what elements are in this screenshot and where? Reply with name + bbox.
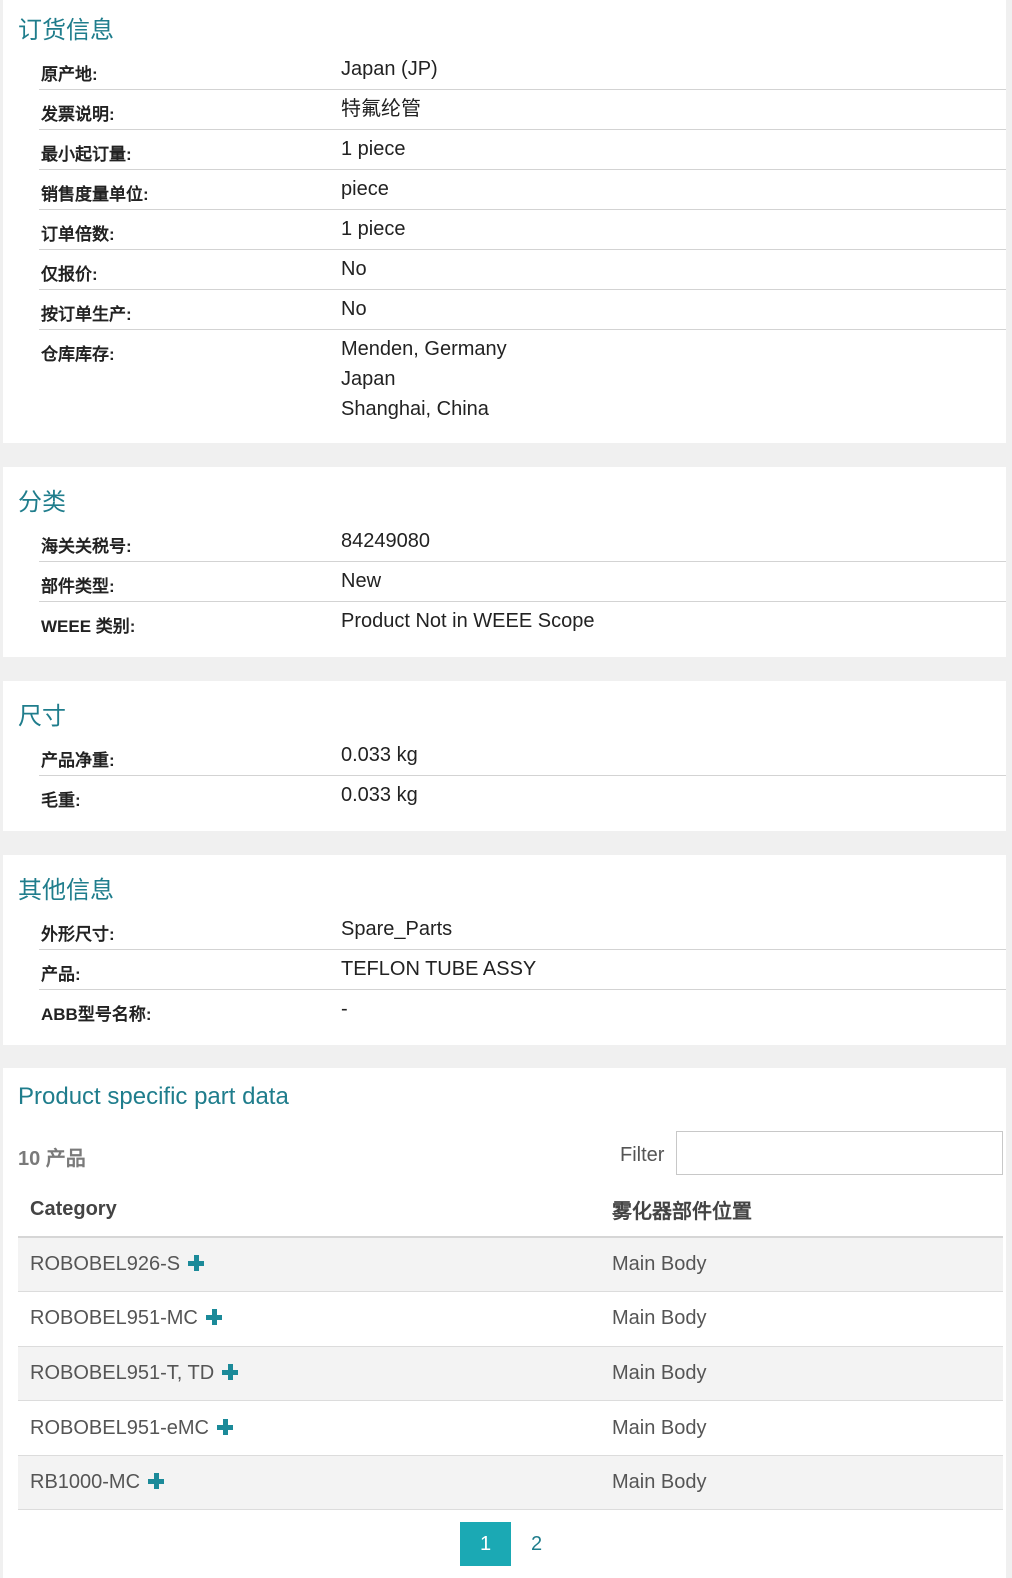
row-label: 订单倍数: — [41, 225, 115, 244]
row-value: 特氟纶管 — [341, 98, 421, 120]
position-cell: Main Body — [600, 1291, 1003, 1347]
row-label: 发票说明: — [41, 105, 115, 124]
position-cell: Main Body — [600, 1455, 1003, 1511]
info-row-net-weight: 产品净重: 0.033 kg — [39, 736, 1006, 776]
ordering-info-section: 订货信息 原产地: Japan (JP) 发票说明: 特氟纶管 最小起订量: 1… — [3, 0, 1006, 443]
filter-label: Filter — [620, 1144, 665, 1166]
row-label: 毛重: — [41, 791, 81, 810]
product-count: 10 产品 — [18, 1148, 86, 1170]
filter-input[interactable] — [676, 1131, 1003, 1175]
row-value: 84249080 — [341, 530, 430, 552]
info-row-quote-only: 仅报价: No — [39, 250, 1006, 290]
row-value: 0.033 kg — [341, 784, 418, 806]
page-button-2[interactable]: 2 — [511, 1522, 562, 1566]
row-label: 产品: — [41, 965, 81, 984]
category-cell: ROBOBEL926-S — [18, 1237, 600, 1293]
row-value: TEFLON TUBE ASSY — [341, 958, 537, 980]
info-row-min-order: 最小起订量: 1 piece — [39, 130, 1006, 170]
info-row-part-type: 部件类型: New — [39, 562, 1006, 602]
info-row-warehouse: 仓库库存: Menden, Germany Japan Shanghai, Ch… — [39, 330, 1006, 430]
info-row-origin: 原产地: Japan (JP) — [39, 50, 1006, 90]
row-value: 1 piece — [341, 218, 406, 240]
table-row: ROBOBEL951-MC Main Body — [18, 1291, 1003, 1347]
section-title: 分类 — [18, 489, 66, 516]
classification-section: 分类 海关关税号: 84249080 部件类型: New WEEE 类别: Pr… — [3, 467, 1006, 657]
category-cell: ROBOBEL951-eMC — [18, 1400, 600, 1456]
row-value: No — [341, 298, 367, 320]
info-row-abb-model: ABB型号名称: - — [39, 990, 1006, 1030]
info-row-product: 产品: TEFLON TUBE ASSY — [39, 950, 1006, 990]
section-title: 尺寸 — [18, 703, 66, 730]
row-label: 仓库库存: — [41, 345, 115, 364]
info-row-customs-tariff: 海关关税号: 84249080 — [39, 522, 1006, 562]
row-label: 海关关税号: — [41, 537, 132, 556]
section-title: 其他信息 — [18, 877, 114, 904]
info-row-form-factor: 外形尺寸: Spare_Parts — [39, 910, 1006, 950]
category-text: RB1000-MC — [30, 1471, 141, 1494]
position-cell: Main Body — [600, 1400, 1003, 1456]
category-cell: ROBOBEL951-MC — [18, 1291, 600, 1347]
row-label: 按订单生产: — [41, 305, 132, 324]
info-row-weee: WEEE 类别: Product Not in WEEE Scope — [39, 602, 1006, 642]
info-row-invoice-desc: 发票说明: 特氟纶管 — [39, 90, 1006, 130]
info-row-gross-weight: 毛重: 0.033 kg — [39, 776, 1006, 816]
warehouse-item: Japan — [341, 368, 396, 390]
row-label: 部件类型: — [41, 577, 115, 596]
row-value: No — [341, 258, 367, 280]
row-label: 最小起订量: — [41, 145, 132, 164]
table-row: ROBOBEL926-S Main Body — [18, 1237, 1003, 1293]
row-value: New — [341, 570, 382, 592]
category-cell: RB1000-MC — [18, 1455, 600, 1511]
info-row-sales-uom: 销售度量单位: piece — [39, 170, 1006, 210]
table-row: ROBOBEL951-eMC Main Body — [18, 1400, 1003, 1456]
expand-plus-icon[interactable] — [216, 1418, 233, 1435]
warehouse-list: Menden, Germany Japan Shanghai, China — [341, 334, 507, 424]
column-header-position[interactable]: 雾化器部件位置 — [600, 1182, 1003, 1238]
row-label: 外形尺寸: — [41, 925, 115, 944]
table-row: RB1000-MC Main Body — [18, 1455, 1003, 1511]
category-cell: ROBOBEL951-T, TD — [18, 1346, 600, 1402]
category-text: ROBOBEL951-T, TD — [30, 1361, 215, 1384]
row-value: 1 piece — [341, 138, 406, 160]
dimensions-section: 尺寸 产品净重: 0.033 kg 毛重: 0.033 kg — [3, 681, 1006, 831]
position-cell: Main Body — [600, 1346, 1003, 1402]
position-cell: Main Body — [600, 1237, 1003, 1293]
category-text: ROBOBEL926-S — [30, 1253, 181, 1276]
row-value: - — [341, 998, 348, 1020]
table-row: ROBOBEL951-T, TD Main Body — [18, 1346, 1003, 1402]
category-text: ROBOBEL951-eMC — [30, 1416, 209, 1439]
product-part-data-section: Product specific part data 10 产品 Filter … — [3, 1068, 1006, 1578]
page-button-1[interactable]: 1 — [460, 1522, 511, 1566]
row-value: Product Not in WEEE Scope — [341, 610, 595, 632]
row-label: WEEE 类别: — [41, 617, 136, 636]
row-value: Japan (JP) — [341, 58, 438, 80]
parts-table: Category 雾化器部件位置 ROBOBEL926-S Main Body … — [18, 1182, 1003, 1511]
row-value: 0.033 kg — [341, 744, 418, 766]
warehouse-item: Menden, Germany — [341, 338, 507, 360]
table-header-row: Category 雾化器部件位置 — [18, 1182, 1003, 1238]
warehouse-item: Shanghai, China — [341, 398, 489, 420]
expand-plus-icon[interactable] — [205, 1309, 222, 1326]
expand-plus-icon[interactable] — [222, 1363, 239, 1380]
other-info-section: 其他信息 外形尺寸: Spare_Parts 产品: TEFLON TUBE A… — [3, 855, 1006, 1045]
expand-plus-icon[interactable] — [148, 1473, 165, 1490]
info-row-order-multiple: 订单倍数: 1 piece — [39, 210, 1006, 250]
info-row-made-to-order: 按订单生产: No — [39, 290, 1006, 330]
row-value: piece — [341, 178, 389, 200]
row-label: 仅报价: — [41, 265, 98, 284]
category-text: ROBOBEL951-MC — [30, 1307, 198, 1330]
row-label: 销售度量单位: — [41, 185, 149, 204]
section-title: 订货信息 — [18, 17, 114, 44]
column-header-category[interactable]: Category — [18, 1182, 600, 1238]
expand-plus-icon[interactable] — [188, 1255, 205, 1272]
row-label: ABB型号名称: — [41, 1005, 152, 1024]
section-title: Product specific part data — [18, 1083, 289, 1110]
row-value: Spare_Parts — [341, 918, 453, 940]
row-label: 产品净重: — [41, 751, 115, 770]
row-label: 原产地: — [41, 65, 98, 84]
